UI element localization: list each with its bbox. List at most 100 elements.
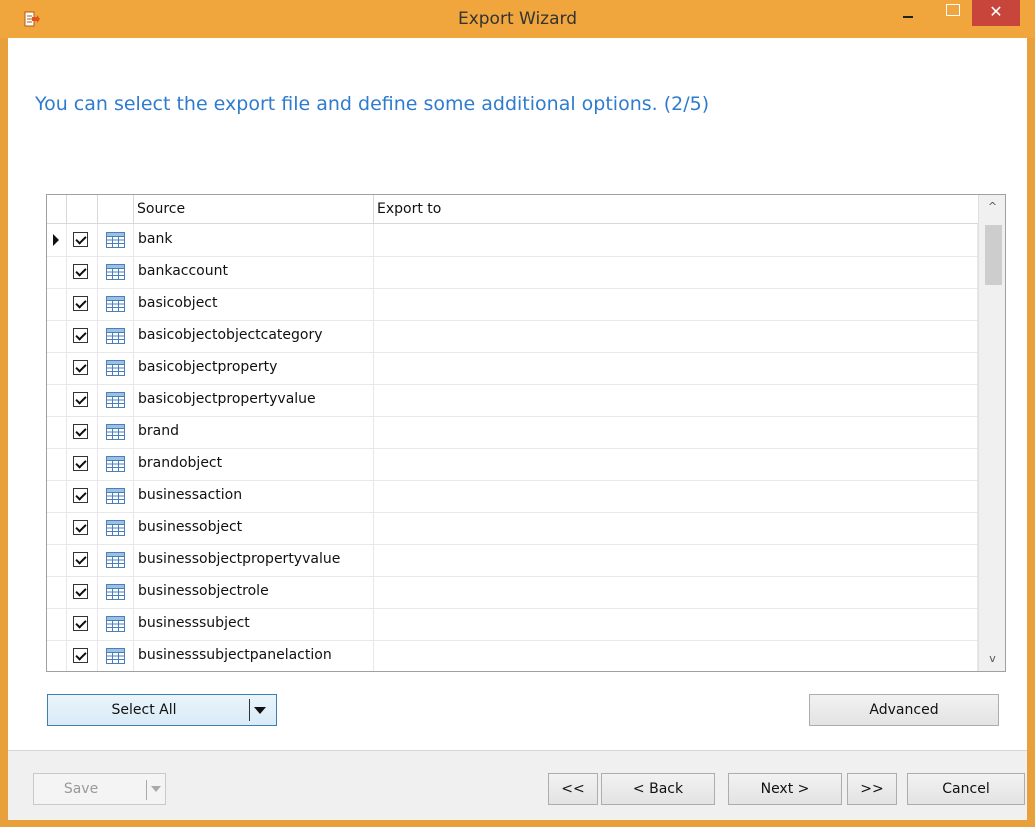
export-to-cell[interactable] bbox=[374, 416, 978, 448]
save-split-button[interactable]: Save bbox=[33, 773, 166, 805]
row-check-cell[interactable] bbox=[67, 256, 98, 288]
dropdown-arrow-icon[interactable] bbox=[254, 707, 266, 714]
cancel-button[interactable]: Cancel bbox=[907, 773, 1025, 805]
row-check-cell[interactable] bbox=[67, 320, 98, 352]
row-check-cell[interactable] bbox=[67, 480, 98, 512]
source-cell[interactable]: basicobjectobjectcategory bbox=[134, 320, 374, 352]
row-indicator-cell bbox=[47, 288, 67, 320]
table-row[interactable]: basicobject bbox=[47, 288, 978, 321]
table-row[interactable]: businessaction bbox=[47, 480, 978, 513]
first-step-button[interactable]: << bbox=[548, 773, 598, 805]
checkbox-checked-icon[interactable] bbox=[73, 392, 88, 407]
source-cell[interactable]: brandobject bbox=[134, 448, 374, 480]
checkbox-checked-icon[interactable] bbox=[73, 296, 88, 311]
table-row[interactable]: bankaccount bbox=[47, 256, 978, 289]
scroll-down-icon[interactable]: v bbox=[979, 647, 1005, 671]
vertical-scrollbar[interactable]: ^ v bbox=[978, 195, 1005, 671]
row-icon-cell bbox=[98, 576, 134, 608]
select-all-split-button[interactable]: Select All bbox=[47, 694, 277, 726]
checkbox-checked-icon[interactable] bbox=[73, 328, 88, 343]
header-check-cell[interactable] bbox=[67, 195, 98, 223]
next-button[interactable]: Next > bbox=[728, 773, 842, 805]
export-to-cell[interactable] bbox=[374, 384, 978, 416]
checkbox-checked-icon[interactable] bbox=[73, 584, 88, 599]
row-check-cell[interactable] bbox=[67, 512, 98, 544]
export-to-cell[interactable] bbox=[374, 256, 978, 288]
column-header-source[interactable]: Source bbox=[134, 195, 374, 223]
table-row[interactable]: bank bbox=[47, 224, 978, 257]
maximize-button[interactable] bbox=[940, 0, 966, 28]
checkbox-checked-icon[interactable] bbox=[73, 552, 88, 567]
scroll-thumb[interactable] bbox=[985, 225, 1002, 285]
row-icon-cell bbox=[98, 256, 134, 288]
source-cell[interactable]: businesssubjectpanelaction bbox=[134, 640, 374, 671]
export-to-cell[interactable] bbox=[374, 224, 978, 256]
source-cell[interactable]: basicobjectpropertyvalue bbox=[134, 384, 374, 416]
row-check-cell[interactable] bbox=[67, 384, 98, 416]
checkbox-checked-icon[interactable] bbox=[73, 456, 88, 471]
checkbox-checked-icon[interactable] bbox=[73, 264, 88, 279]
export-to-cell[interactable] bbox=[374, 544, 978, 576]
export-to-cell[interactable] bbox=[374, 608, 978, 640]
table-row[interactable]: businesssubjectpanelaction bbox=[47, 640, 978, 671]
row-check-cell[interactable] bbox=[67, 288, 98, 320]
source-cell[interactable]: businessobjectpropertyvalue bbox=[134, 544, 374, 576]
table-row[interactable]: basicobjectpropertyvalue bbox=[47, 384, 978, 417]
advanced-button[interactable]: Advanced bbox=[809, 694, 999, 726]
row-check-cell[interactable] bbox=[67, 608, 98, 640]
table-row[interactable]: basicobjectproperty bbox=[47, 352, 978, 385]
table-row[interactable]: brandobject bbox=[47, 448, 978, 481]
row-icon-cell bbox=[98, 640, 134, 671]
checkbox-checked-icon[interactable] bbox=[73, 232, 88, 247]
table-row[interactable]: brand bbox=[47, 416, 978, 449]
checkbox-checked-icon[interactable] bbox=[73, 520, 88, 535]
table-icon bbox=[106, 456, 125, 472]
export-to-cell[interactable] bbox=[374, 320, 978, 352]
row-check-cell[interactable] bbox=[67, 448, 98, 480]
source-cell[interactable]: brand bbox=[134, 416, 374, 448]
source-cell[interactable]: bankaccount bbox=[134, 256, 374, 288]
row-check-cell[interactable] bbox=[67, 224, 98, 256]
table-row[interactable]: businesssubject bbox=[47, 608, 978, 641]
source-cell[interactable]: businessobject bbox=[134, 512, 374, 544]
source-cell[interactable]: basicobjectproperty bbox=[134, 352, 374, 384]
row-icon-cell bbox=[98, 288, 134, 320]
back-button[interactable]: < Back bbox=[601, 773, 715, 805]
export-to-cell[interactable] bbox=[374, 288, 978, 320]
last-step-button[interactable]: >> bbox=[847, 773, 897, 805]
close-button[interactable]: ✕ bbox=[972, 0, 1020, 26]
checkbox-checked-icon[interactable] bbox=[73, 648, 88, 663]
dropdown-arrow-icon[interactable] bbox=[151, 786, 161, 792]
export-to-cell[interactable] bbox=[374, 512, 978, 544]
export-to-cell[interactable] bbox=[374, 640, 978, 671]
row-indicator-cell bbox=[47, 320, 67, 352]
scroll-up-icon[interactable]: ^ bbox=[979, 195, 1005, 219]
export-to-cell[interactable] bbox=[374, 352, 978, 384]
table-row[interactable]: businessobjectpropertyvalue bbox=[47, 544, 978, 577]
table-row[interactable]: basicobjectobjectcategory bbox=[47, 320, 978, 353]
tables-grid[interactable]: Source Export to bank bankaccount basicobj… bbox=[46, 194, 1006, 672]
source-cell[interactable]: businessobjectrole bbox=[134, 576, 374, 608]
source-cell[interactable]: businessaction bbox=[134, 480, 374, 512]
row-check-cell[interactable] bbox=[67, 416, 98, 448]
row-icon-cell bbox=[98, 512, 134, 544]
export-to-cell[interactable] bbox=[374, 448, 978, 480]
source-cell[interactable]: bank bbox=[134, 224, 374, 256]
row-check-cell[interactable] bbox=[67, 544, 98, 576]
minimize-button[interactable] bbox=[896, 0, 920, 28]
row-check-cell[interactable] bbox=[67, 576, 98, 608]
checkbox-checked-icon[interactable] bbox=[73, 424, 88, 439]
close-icon: ✕ bbox=[989, 2, 1003, 21]
source-cell[interactable]: businesssubject bbox=[134, 608, 374, 640]
column-header-export-to[interactable]: Export to bbox=[374, 195, 978, 223]
table-row[interactable]: businessobject bbox=[47, 512, 978, 545]
export-to-cell[interactable] bbox=[374, 480, 978, 512]
row-check-cell[interactable] bbox=[67, 352, 98, 384]
row-check-cell[interactable] bbox=[67, 640, 98, 671]
checkbox-checked-icon[interactable] bbox=[73, 360, 88, 375]
export-to-cell[interactable] bbox=[374, 576, 978, 608]
table-row[interactable]: businessobjectrole bbox=[47, 576, 978, 609]
checkbox-checked-icon[interactable] bbox=[73, 616, 88, 631]
checkbox-checked-icon[interactable] bbox=[73, 488, 88, 503]
source-cell[interactable]: basicobject bbox=[134, 288, 374, 320]
